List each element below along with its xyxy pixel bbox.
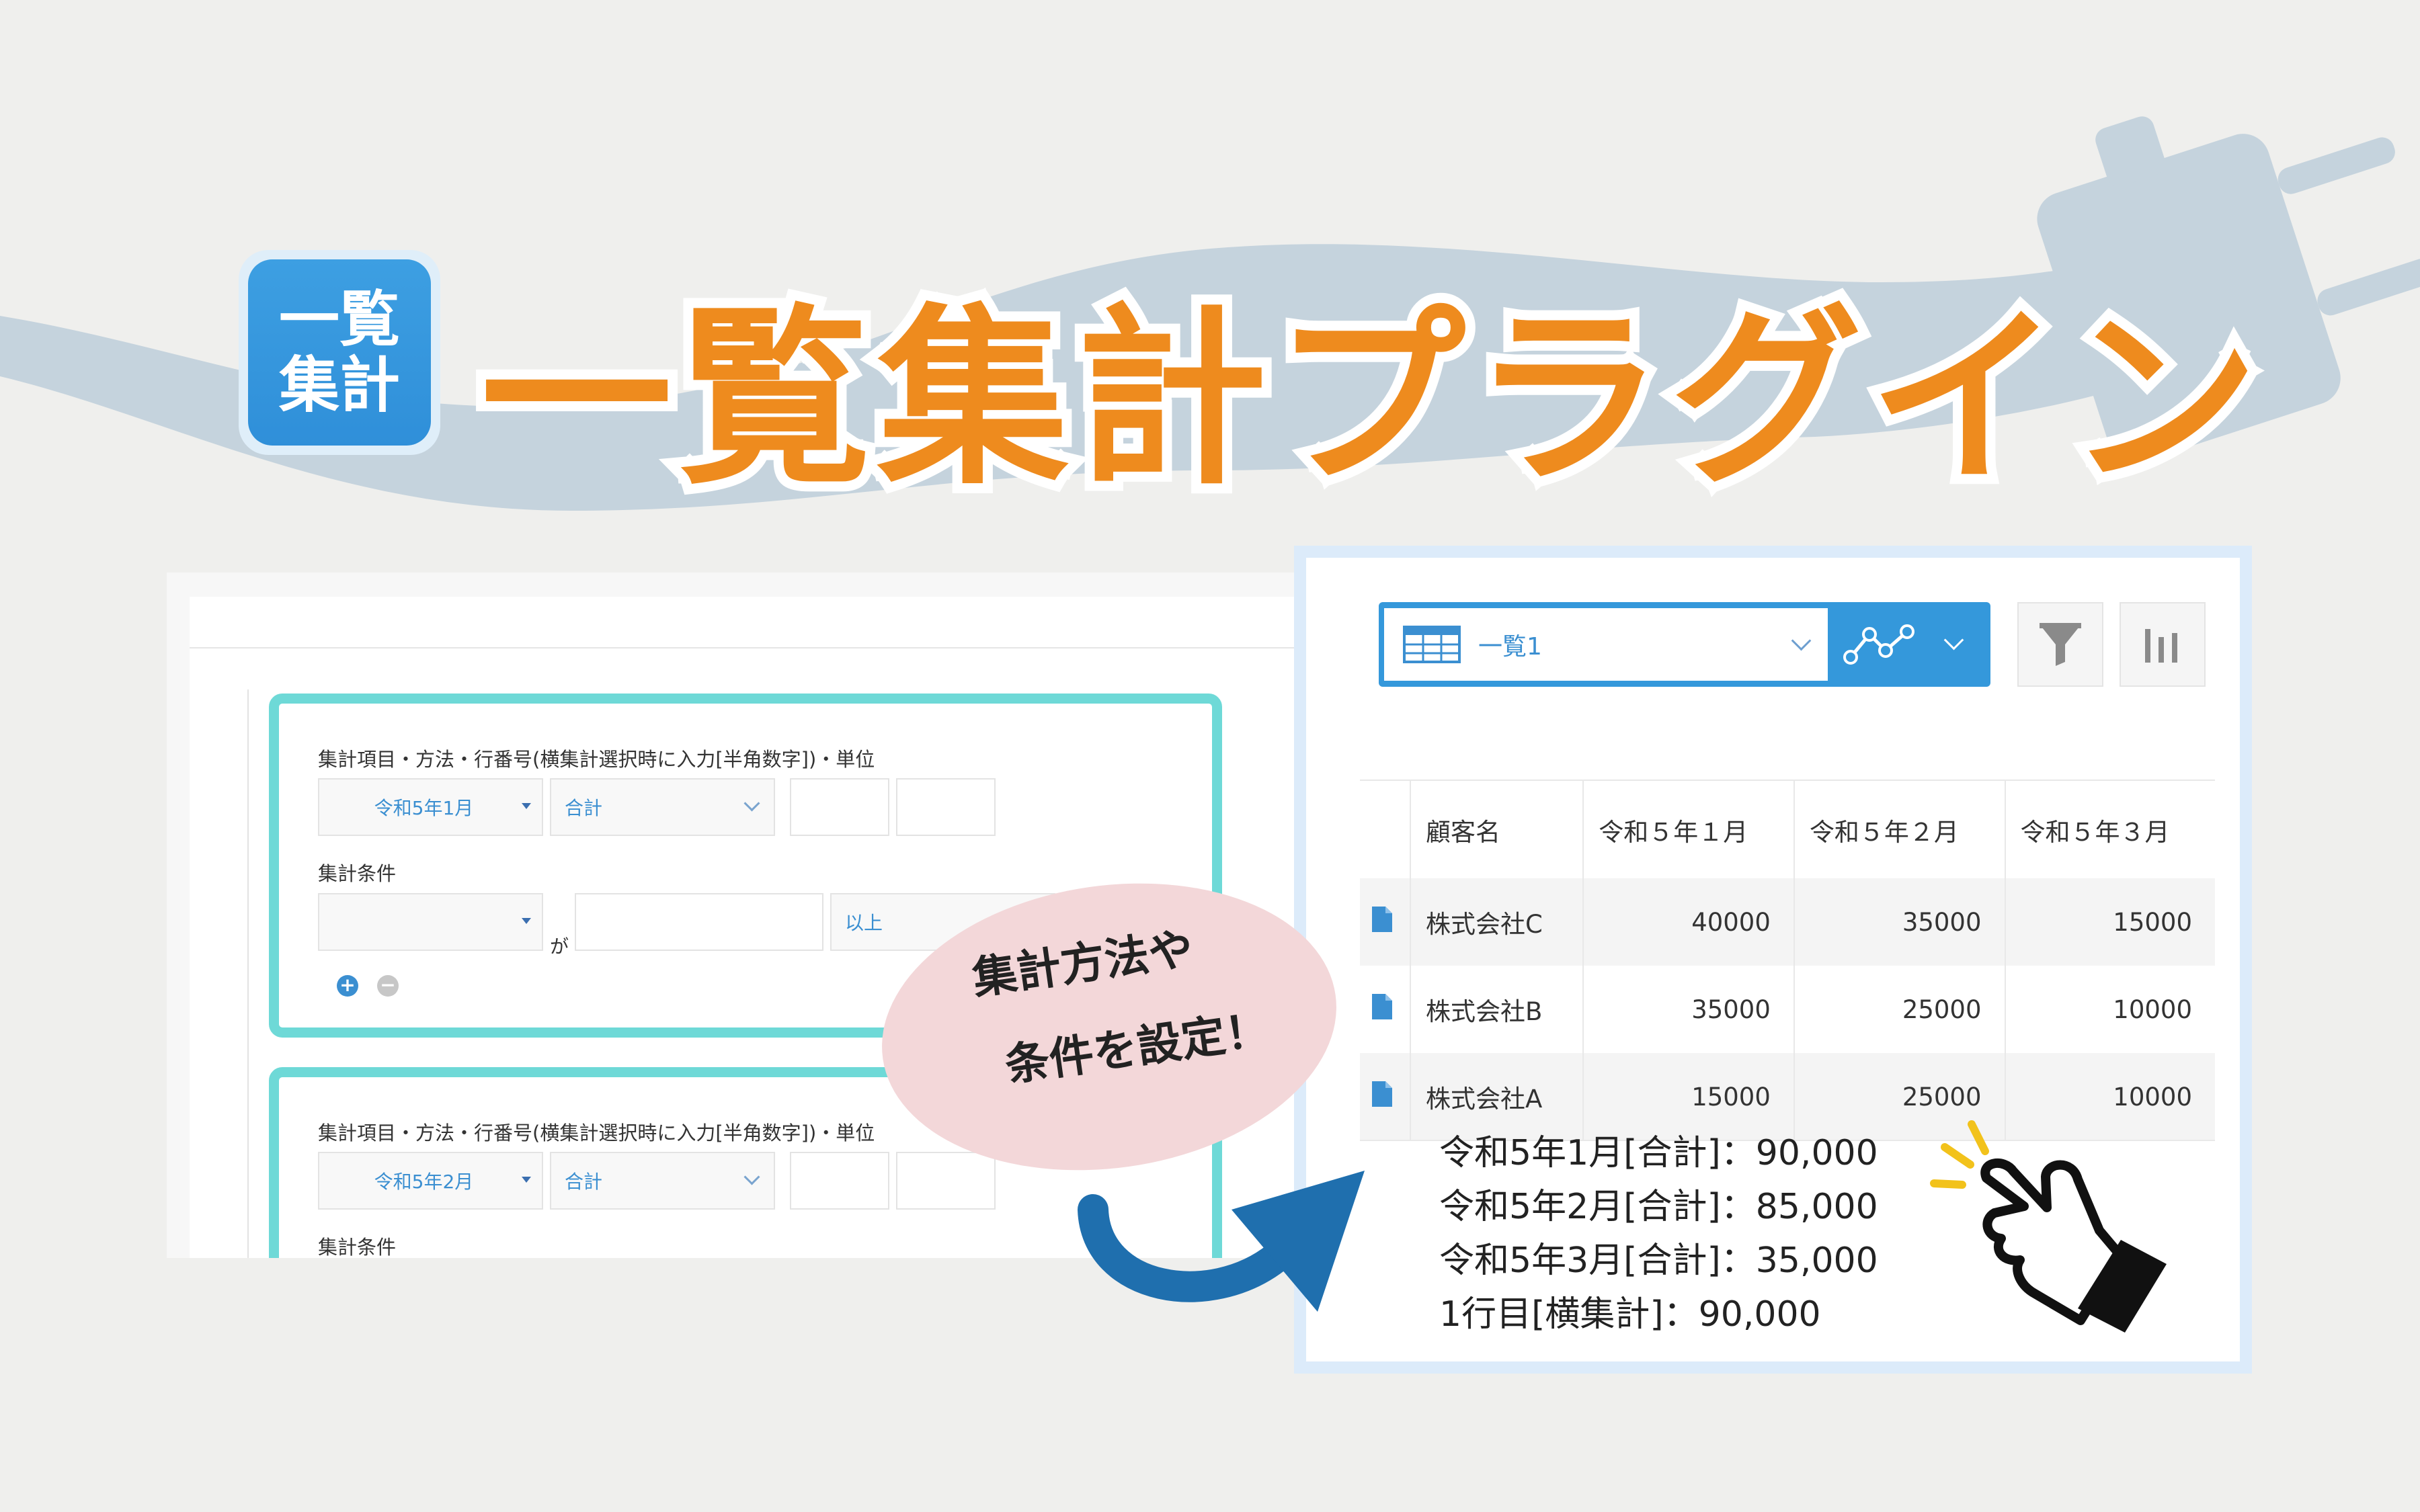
value-cell: 15000 — [2004, 878, 2215, 966]
table-icon — [1403, 626, 1461, 663]
curved-arrow-icon — [1078, 1171, 1365, 1312]
chevron-down-icon — [743, 795, 760, 812]
funnel-icon — [2040, 623, 2081, 666]
divider — [190, 647, 1296, 648]
total-line: 令和5年3月[合計]：35,000 — [1439, 1241, 1878, 1281]
plus-circle-icon[interactable]: + — [337, 975, 358, 997]
caret-down-icon — [522, 803, 531, 809]
table-header-row: 顧客名 令和５年１月 令和５年２月 令和５年３月 — [1360, 780, 2215, 878]
chart-button[interactable] — [2120, 602, 2206, 687]
total-line: 1行目[横集計]：90,000 — [1439, 1294, 1821, 1335]
condition-value-input[interactable] — [575, 893, 823, 951]
page-title: 一覧集計プラグイン — [471, 278, 2269, 521]
chevron-down-icon — [1791, 630, 1812, 651]
divider — [247, 689, 249, 1258]
table-row: 株式会社B 35000 25000 10000 — [1360, 966, 2215, 1053]
condition-label: 集計条件 — [318, 1236, 397, 1258]
total-line: 令和5年1月[合計]：90,000 — [1439, 1133, 1878, 1173]
logo-line-2: 集計 — [279, 349, 400, 421]
record-detail-link[interactable] — [1360, 1053, 1410, 1140]
row-number-input[interactable] — [790, 778, 889, 836]
method-select[interactable]: 合計 — [550, 1152, 775, 1210]
filter-button[interactable] — [2017, 602, 2103, 687]
row-number-input[interactable] — [790, 1152, 889, 1210]
field-select[interactable]: 令和5年1月 — [318, 778, 543, 836]
chevron-down-icon — [743, 1169, 760, 1185]
app-logo: 一覧 集計 — [239, 250, 440, 455]
value-cell: 35000 — [1582, 966, 1794, 1053]
table-row: 株式会社C 40000 35000 15000 — [1360, 878, 2215, 966]
column-header[interactable]: 令和５年２月 — [1793, 780, 2005, 878]
condition-label: 集計条件 — [318, 862, 397, 885]
record-detail-link[interactable] — [1360, 966, 1410, 1053]
customer-cell: 株式会社B — [1409, 966, 1584, 1053]
column-header[interactable]: 令和５年１月 — [1582, 780, 1794, 878]
ga-label: が — [550, 935, 569, 958]
customer-cell: 株式会社C — [1409, 878, 1584, 966]
unit-input[interactable] — [896, 1152, 996, 1210]
pointing-hand-icon — [1930, 1120, 2167, 1333]
view-dropdown[interactable]: 一覧1 — [1384, 608, 1828, 681]
logo-line-1: 一覧 — [279, 284, 400, 355]
caret-down-icon — [522, 918, 531, 924]
column-header[interactable]: 顧客名 — [1409, 780, 1584, 878]
view-name: 一覧1 — [1478, 633, 1542, 661]
aggregate-results: 令和5年1月[合計]：90,000 令和5年2月[合計]：85,000 令和5年… — [1439, 1126, 1878, 1341]
document-icon — [1372, 993, 1392, 1019]
graph-icon[interactable] — [1843, 622, 1917, 667]
total-line: 令和5年2月[合計]：85,000 — [1439, 1187, 1878, 1227]
document-icon — [1372, 1081, 1392, 1107]
field-select[interactable]: 令和5年2月 — [318, 1152, 543, 1210]
bar-chart-icon — [2145, 629, 2177, 663]
value-cell: 25000 — [1793, 966, 2005, 1053]
method-select[interactable]: 合計 — [550, 778, 775, 836]
view-selector[interactable]: 一覧1 — [1379, 602, 1990, 687]
column-header[interactable]: 令和５年３月 — [2004, 780, 2215, 878]
records-table: 顧客名 令和５年１月 令和５年２月 令和５年３月 株式会社C 40000 350… — [1360, 780, 2215, 1140]
item-label: 集計項目・方法・行番号(横集計選択時に入力[半角数字])・単位 — [318, 748, 875, 771]
value-cell: 40000 — [1582, 878, 1794, 966]
logo-inner: 一覧 集計 — [248, 259, 431, 446]
chevron-down-icon — [1943, 630, 1964, 650]
condition-field-select[interactable] — [318, 893, 543, 951]
header-icon-col — [1360, 780, 1410, 878]
document-icon — [1372, 906, 1392, 932]
minus-circle-icon[interactable]: − — [377, 975, 399, 997]
item-label: 集計項目・方法・行番号(横集計選択時に入力[半角数字])・単位 — [318, 1122, 875, 1144]
caret-down-icon — [522, 1177, 531, 1183]
value-cell: 35000 — [1793, 878, 2005, 966]
record-detail-link[interactable] — [1360, 878, 1410, 966]
unit-input[interactable] — [896, 778, 996, 836]
value-cell: 10000 — [2004, 966, 2215, 1053]
